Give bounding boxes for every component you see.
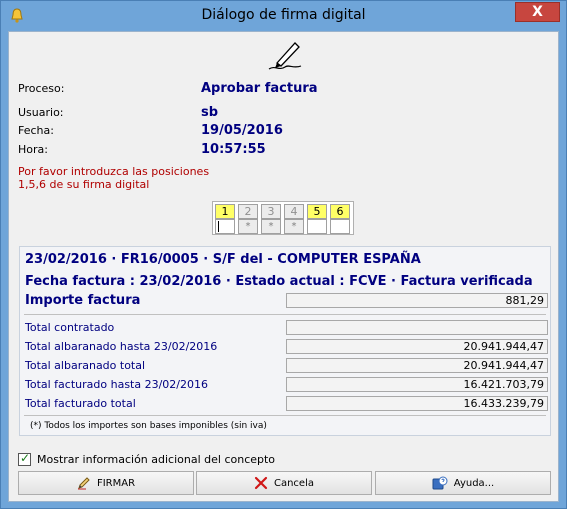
- total-facturado-hasta-label: Total facturado hasta 23/02/2016: [25, 378, 208, 391]
- proceso-label: Proceso:: [18, 82, 65, 95]
- help-icon: [432, 476, 448, 490]
- dialog-window: Diálogo de firma digital X Proceso: Apro…: [0, 0, 567, 509]
- pen-signature-icon: [268, 42, 302, 70]
- fecha-label: Fecha:: [18, 124, 54, 137]
- position-masked: *: [261, 219, 281, 234]
- position-number: 3: [261, 204, 281, 219]
- total-albaranado-hasta-label: Total albaranado hasta 23/02/2016: [25, 340, 218, 353]
- additional-info-label[interactable]: Mostrar información adicional del concep…: [37, 453, 275, 466]
- checkmark-icon: ✓: [20, 451, 31, 465]
- hora-value: 10:57:55: [201, 142, 266, 157]
- cancela-button[interactable]: Cancela: [196, 471, 372, 495]
- total-facturado-total-label: Total facturado total: [25, 397, 136, 410]
- ayuda-button[interactable]: Ayuda...: [375, 471, 551, 495]
- proceso-value: Aprobar factura: [201, 81, 318, 96]
- close-button[interactable]: X: [515, 2, 560, 22]
- invoice-status: Fecha factura : 23/02/2016 · Estado actu…: [25, 274, 533, 289]
- position-masked: *: [238, 219, 258, 234]
- invoice-details-panel: 23/02/2016 · FR16/0005 · S/F del - COMPU…: [19, 246, 551, 436]
- amounts-note: (*) Todos los importes son bases imponib…: [30, 421, 267, 431]
- position-number: 6: [330, 204, 350, 219]
- position-input-6[interactable]: [330, 219, 350, 234]
- importe-value: 881,29: [286, 293, 548, 308]
- position-number: 2: [238, 204, 258, 219]
- signature-position-grid: 1 2 3 4 5 6 * * *: [212, 201, 354, 235]
- total-albaranado-total-value: 20.941.944,47: [286, 358, 548, 373]
- text-caret: [218, 221, 219, 232]
- total-facturado-hasta-value: 16.421.703,79: [286, 377, 548, 392]
- signature-prompt-line2: 1,5,6 de su firma digital: [18, 178, 150, 191]
- ayuda-button-label: Ayuda...: [453, 477, 495, 489]
- total-facturado-total-value: 16.433.239,79: [286, 396, 548, 411]
- title-bar[interactable]: Diálogo de firma digital X: [1, 1, 566, 31]
- cross-icon: [254, 476, 268, 490]
- total-contratado-value: [286, 320, 548, 335]
- fecha-value: 19/05/2016: [201, 123, 283, 138]
- position-number: 5: [307, 204, 327, 219]
- usuario-label: Usuario:: [18, 106, 64, 119]
- position-input-5[interactable]: [307, 219, 327, 234]
- divider: [24, 314, 546, 315]
- dialog-body: Proceso: Aprobar factura Usuario: sb Fec…: [8, 31, 559, 502]
- signature-prompt-line1: Por favor introduzca las posiciones: [18, 165, 210, 178]
- divider: [24, 415, 546, 416]
- hora-label: Hora:: [18, 143, 48, 156]
- importe-label: Importe factura: [25, 293, 141, 308]
- position-number: 1: [215, 204, 235, 219]
- firmar-button[interactable]: FIRMAR: [18, 471, 194, 495]
- pencil-icon: [77, 477, 90, 490]
- total-albaranado-hasta-value: 20.941.944,47: [286, 339, 548, 354]
- usuario-value: sb: [201, 105, 219, 120]
- additional-info-checkbox[interactable]: ✓: [18, 451, 31, 466]
- position-masked: *: [284, 219, 304, 234]
- invoice-header: 23/02/2016 · FR16/0005 · S/F del - COMPU…: [25, 252, 421, 267]
- total-albaranado-total-label: Total albaranado total: [25, 359, 146, 372]
- window-title: Diálogo de firma digital: [201, 7, 366, 23]
- firmar-button-label: FIRMAR: [96, 477, 136, 489]
- cancela-button-label: Cancela: [273, 477, 314, 489]
- position-number: 4: [284, 204, 304, 219]
- total-contratado-label: Total contratado: [25, 321, 115, 334]
